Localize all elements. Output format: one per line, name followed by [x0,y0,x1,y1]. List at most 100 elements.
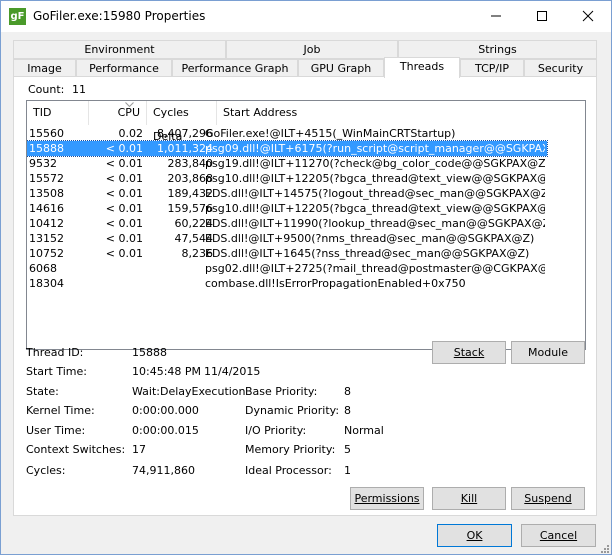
ok-button-label: OK [466,529,483,542]
thread-cycles-delta: 203,868 [167,172,214,185]
io-priority-label: I/O Priority: [245,424,307,437]
close-icon [582,10,594,22]
kill-button-label: Kill [460,492,478,505]
thread-cpu: < 0.01 [105,187,143,200]
column-header-cycles-delta[interactable]: Cycles Delta [147,101,217,143]
count-value: 11 [72,83,86,96]
permissions-button[interactable]: Permissions [350,487,424,510]
thread-cycles-delta: 8,407,296 [157,127,213,140]
thread-tid: 13508 [29,187,64,200]
table-row[interactable]: 10412 < 0.01 60,224 EDS.dll!@ILT+11990(?loo… [27,216,547,231]
user-time-label: User Time: [26,424,86,437]
thread-tid: 9532 [29,157,57,170]
table-row[interactable]: 15572 < 0.01 203,868 psg10.dll!@ILT+12205(?… [27,171,547,186]
table-row[interactable]: 15560 0.02 8,407,296 GoFiler.exe!@ILT+4515(… [27,126,547,141]
suspend-button[interactable]: Suspend [511,487,585,510]
cancel-button[interactable]: Cancel [521,524,596,547]
thread-cpu: < 0.01 [105,157,143,170]
column-header-cpu[interactable]: CPU [89,101,147,125]
minimize-icon [491,15,501,17]
base-priority-value: 8 [344,385,351,398]
table-row[interactable]: 13152 < 0.01 47,544 EDS.dll!@ILT+9500(?nms_… [27,231,547,246]
column-header-tid[interactable]: TID [27,101,89,125]
properties-window: gF GoFiler.exe:15980 Properties Environm… [0,0,612,555]
maximize-button[interactable] [519,1,565,32]
start-time-value: 10:45:48 PM [132,365,202,378]
thread-start-address: EDS.dll!@ILT+11990(?lookup_thread@sec_ma… [205,217,545,230]
title-bar[interactable]: gF GoFiler.exe:15980 Properties [1,1,611,32]
threads-panel: Count: 11 TID CPU Cycles Delta Start Add… [13,76,597,516]
resize-grip-icon[interactable] [600,544,610,554]
thread-cpu: 0.02 [118,127,144,140]
thread-start-address: psg10.dll!@ILT+12205(?bgca_thread@text_v… [205,172,545,185]
thread-cpu: < 0.01 [105,172,143,185]
thread-cpu: < 0.01 [105,232,143,245]
start-date-value: 11/4/2015 [204,365,261,378]
thread-tid: 15888 [29,142,64,155]
table-row[interactable]: 18304 combase.dll!IsErrorPropagationEnabl… [27,276,547,291]
table-row[interactable]: 9532 < 0.01 283,840 psg19.dll!@ILT+11270(?c… [27,156,547,171]
state-label: State: [26,385,59,398]
thread-cpu: < 0.01 [105,247,143,260]
tab-job[interactable]: Job [226,40,398,59]
thread-cycles-delta: 189,432 [167,187,214,200]
table-row[interactable]: 14616 < 0.01 159,576 psg10.dll!@ILT+12205(?… [27,201,547,216]
kill-button[interactable]: Kill [432,487,506,510]
memory-priority-label: Memory Priority: [245,443,336,456]
thread-id-value: 15888 [132,346,167,359]
permissions-button-label: Permissions [354,492,420,505]
thread-tid: 13152 [29,232,64,245]
maximize-icon [537,11,547,21]
state-value: Wait:DelayExecution [132,385,246,398]
kernel-time-label: Kernel Time: [26,404,95,417]
close-button[interactable] [565,1,611,32]
table-row[interactable]: 6068 psg02.dll!@ILT+2725(?mail_thread@pos… [27,261,547,276]
ideal-processor-value: 1 [344,464,351,477]
sort-arrow-icon [125,102,134,107]
cycles-value: 74,911,860 [132,464,195,477]
thread-start-address: psg02.dll!@ILT+2725(?mail_thread@postmas… [205,262,545,275]
module-button-label: Module [528,346,568,359]
window-title: GoFiler.exe:15980 Properties [33,9,206,23]
kernel-time-value: 0:00:00.000 [132,404,199,417]
thread-cycles-delta: 60,224 [174,217,214,230]
app-icon: gF [9,8,26,25]
tab-threads[interactable]: Threads [384,57,460,78]
suspend-button-label: Suspend [524,492,572,505]
thread-start-address: combase.dll!IsErrorPropagationEnabled+0x… [205,277,466,290]
thread-cycles-delta: 47,544 [174,232,214,245]
thread-tid: 15572 [29,172,64,185]
stack-button[interactable]: Stack [432,341,506,364]
thread-start-address: EDS.dll!@ILT+9500(?nms_thread@sec_man@@S… [205,232,535,245]
user-time-value: 0:00:00.015 [132,424,199,437]
thread-start-address: GoFiler.exe!@ILT+4515(_WinMainCRTStartup… [205,127,456,140]
dynamic-priority-value: 8 [344,404,351,417]
memory-priority-value: 5 [344,443,351,456]
threads-list[interactable]: TID CPU Cycles Delta Start Address 15560… [26,100,586,350]
thread-id-label: Thread ID: [26,346,84,359]
thread-tid: 6068 [29,262,57,275]
context-switches-value: 17 [132,443,146,456]
thread-start-address: EDS.dll!@ILT+1645(?nss_thread@sec_man@@S… [205,247,530,260]
thread-tid: 10752 [29,247,64,260]
stack-button-label: Stack [453,346,485,359]
minimize-button[interactable] [473,1,519,32]
tab-row-upper: Environment Job Strings [13,40,597,59]
context-switches-label: Context Switches: [26,443,126,456]
thread-tid: 15560 [29,127,64,140]
thread-cycles-delta: 159,576 [167,202,214,215]
dynamic-priority-label: Dynamic Priority: [245,404,340,417]
thread-start-address: psg09.dll!@ILT+6175(?run_script@script_m… [205,142,545,155]
tab-environment[interactable]: Environment [13,40,226,59]
column-header-start-address[interactable]: Start Address [217,101,585,125]
table-row[interactable]: 13508 < 0.01 189,432 EDS.dll!@ILT+14575(?lo… [27,186,547,201]
thread-cycles-delta: 8,236 [181,247,214,260]
table-row[interactable]: 15888 < 0.01 1,011,324 psg09.dll!@ILT+6175(… [27,140,548,157]
module-button[interactable]: Module [511,341,585,364]
ok-button[interactable]: OK [437,524,512,547]
cancel-button-label: Cancel [539,529,578,542]
thread-cycles-delta: 1,011,324 [157,142,213,155]
thread-tid: 10412 [29,217,64,230]
io-priority-value: Normal [344,424,384,437]
table-row[interactable]: 10752 < 0.01 8,236 EDS.dll!@ILT+1645(?nss_t… [27,246,547,261]
